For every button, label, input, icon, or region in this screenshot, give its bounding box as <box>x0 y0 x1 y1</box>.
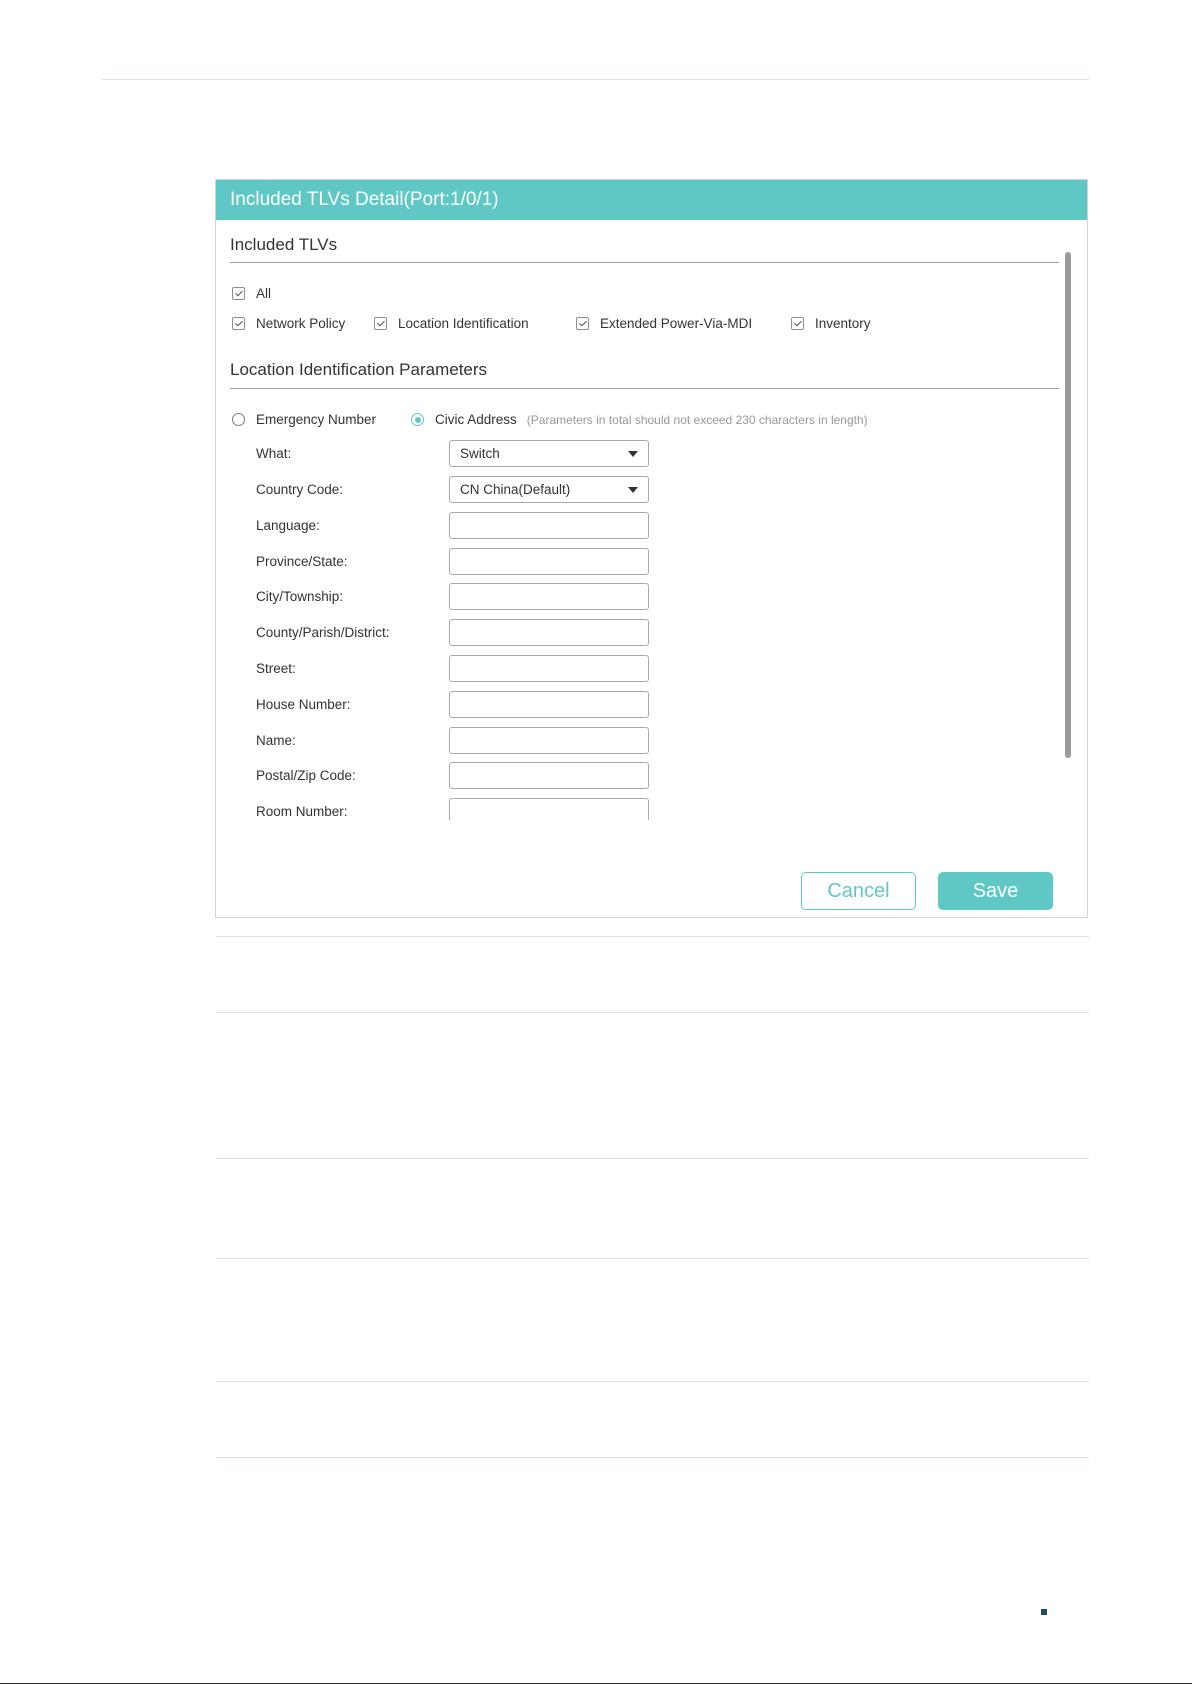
table-divider <box>216 1158 1089 1159</box>
section-divider <box>230 388 1059 389</box>
field-label-language: Language: <box>256 518 320 533</box>
checkbox-checked-icon[interactable] <box>232 317 245 330</box>
city-input[interactable] <box>449 583 649 610</box>
checkbox-checked-icon[interactable] <box>374 317 387 330</box>
field-label-what: What: <box>256 446 292 461</box>
included-tlvs-dialog: Included TLVs Detail(Port:1/0/1) Include… <box>215 179 1088 918</box>
page-marker-icon <box>1041 1609 1047 1615</box>
checkbox-label: Location Identification <box>398 316 529 331</box>
country-code-select[interactable]: CN China(Default) <box>449 476 649 503</box>
top-divider <box>102 79 1089 80</box>
name-input[interactable] <box>449 727 649 754</box>
radio-civic-address[interactable]: Civic Address (Parameters in total shoul… <box>411 412 868 427</box>
field-label-postal: Postal/Zip Code: <box>256 768 356 783</box>
checkbox-checked-icon[interactable] <box>576 317 589 330</box>
field-label-province: Province/State: <box>256 554 348 569</box>
language-input[interactable] <box>449 512 649 539</box>
checkbox-checked-icon[interactable] <box>232 287 245 300</box>
caret-down-icon <box>628 450 638 457</box>
checkbox-extended-power[interactable]: Extended Power-Via-MDI <box>576 316 752 331</box>
room-number-input[interactable] <box>449 798 649 820</box>
table-divider <box>216 1258 1089 1259</box>
province-input[interactable] <box>449 548 649 575</box>
radio-label: Civic Address <box>435 412 517 427</box>
field-label-county: County/Parish/District: <box>256 625 390 640</box>
checkbox-label: Network Policy <box>256 316 346 331</box>
included-tlvs-heading: Included TLVs <box>230 235 338 254</box>
street-input[interactable] <box>449 655 649 682</box>
caret-down-icon <box>628 486 638 493</box>
radio-label: Emergency Number <box>256 412 377 427</box>
checkbox-all-label: All <box>256 286 272 301</box>
dialog-title: Included TLVs Detail(Port:1/0/1) <box>216 180 1087 220</box>
field-label-room-number: Room Number: <box>256 804 348 819</box>
checkbox-label: Extended Power-Via-MDI <box>600 316 753 331</box>
table-divider <box>216 1381 1089 1382</box>
country-code-value: CN China(Default) <box>460 482 571 497</box>
checkbox-network-policy[interactable]: Network Policy <box>232 316 345 331</box>
checkbox-inventory[interactable]: Inventory <box>791 316 871 331</box>
location-heading: Location Identification Parameters <box>230 360 488 379</box>
table-divider <box>216 936 1089 937</box>
postal-input[interactable] <box>449 762 649 789</box>
house-number-input[interactable] <box>449 691 649 718</box>
checkbox-location-identification[interactable]: Location Identification <box>374 316 529 331</box>
bottom-divider <box>0 1683 1192 1684</box>
field-label-city: City/Township: <box>256 589 344 604</box>
checkbox-all[interactable]: All <box>232 286 271 301</box>
what-select-value: Switch <box>460 446 500 461</box>
dialog-body: Included TLVs All Network Policy Locatio… <box>216 220 1087 820</box>
radio-icon[interactable] <box>232 413 245 426</box>
field-label-street: Street: <box>256 661 296 676</box>
checkbox-checked-icon[interactable] <box>791 317 804 330</box>
table-divider <box>216 1457 1089 1458</box>
field-label-house-number: House Number: <box>256 697 351 712</box>
checkbox-label: Inventory <box>815 316 871 331</box>
section-divider <box>230 262 1059 263</box>
county-input[interactable] <box>449 619 649 646</box>
field-label-country-code: Country Code: <box>256 482 344 497</box>
field-label-name: Name: <box>256 733 296 748</box>
radio-emergency-number[interactable]: Emergency Number <box>232 412 376 427</box>
what-select[interactable]: Switch <box>449 440 649 467</box>
radio-selected-icon[interactable] <box>411 413 424 426</box>
scrollbar-thumb[interactable] <box>1065 252 1071 758</box>
table-divider <box>216 1012 1089 1013</box>
save-button[interactable]: Save <box>938 872 1053 910</box>
cancel-button[interactable]: Cancel <box>801 872 916 910</box>
civic-note: (Parameters in total should not exceed 2… <box>526 412 868 427</box>
